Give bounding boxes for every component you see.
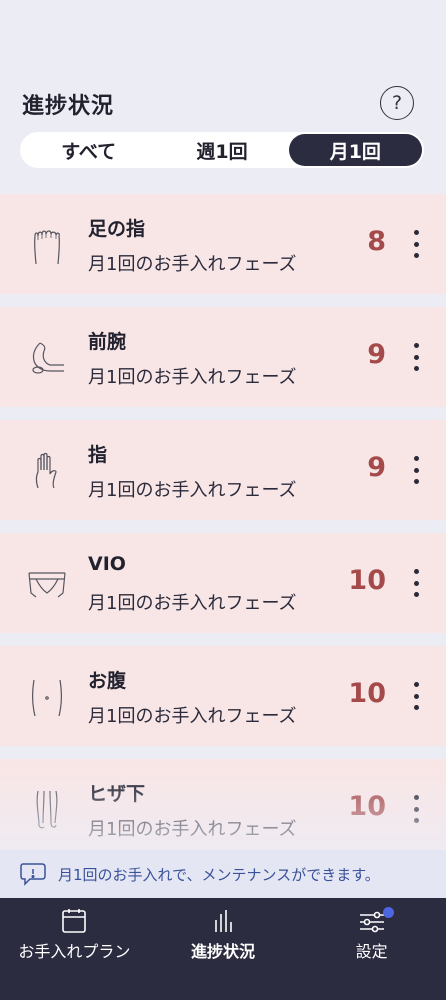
nav-label: 設定 <box>355 942 388 961</box>
nav-settings[interactable]: 設定 <box>297 898 446 1000</box>
phase-label: 月1回のお手入れフェーズ <box>88 254 297 275</box>
part-name: 足の指 <box>88 218 146 240</box>
bar-chart-icon <box>215 910 232 932</box>
info-text: 月1回のお手入れで、メンテナンスができます。 <box>58 865 380 884</box>
phase-label: 月1回のお手入れフェーズ <box>88 819 297 840</box>
tab-all[interactable]: すべて <box>22 134 155 166</box>
more-options-icon[interactable] <box>408 565 424 601</box>
phase-label: 月1回のお手入れフェーズ <box>88 367 297 388</box>
progress-screen: 進捗状況 ? すべて 週1回 月1回 足の指 月1回のお手入れフェーズ 8 前腕… <box>0 0 446 1000</box>
chat-info-icon <box>20 863 46 886</box>
nav-progress[interactable]: 進捗状況 <box>149 898 298 1000</box>
more-options-icon[interactable] <box>408 452 424 488</box>
help-button[interactable]: ? <box>380 86 414 120</box>
part-name: VIO <box>88 553 126 575</box>
notification-dot <box>383 907 395 918</box>
page-title: 進捗状況 <box>22 94 115 119</box>
more-options-icon[interactable] <box>408 226 424 262</box>
frequency-segmented-control: すべて 週1回 月1回 <box>20 132 424 168</box>
list-item[interactable]: お腹 月1回のお手入れフェーズ 10 <box>0 646 446 746</box>
foot-toes-icon <box>33 230 61 265</box>
count-value: 9 <box>367 452 386 483</box>
count-value: 8 <box>367 226 386 257</box>
vio-icon <box>28 572 66 598</box>
list-item[interactable]: 足の指 月1回のお手入れフェーズ 8 <box>0 194 446 294</box>
bottom-navigation: お手入れプラン 進捗状況 設定 <box>0 898 446 1000</box>
calendar-icon <box>62 909 87 933</box>
part-name: 前腕 <box>88 331 127 353</box>
more-options-icon[interactable] <box>408 339 424 375</box>
count-value: 9 <box>367 339 386 370</box>
part-name: ヒザ下 <box>88 783 146 805</box>
list-item[interactable]: ヒザ下 月1回のお手入れフェーズ 10 <box>0 759 446 859</box>
list-item[interactable]: 前腕 月1回のお手入れフェーズ 9 <box>0 307 446 407</box>
list-item[interactable]: 指 月1回のお手入れフェーズ 9 <box>0 420 446 520</box>
count-value: 10 <box>348 565 386 596</box>
nav-care-plan[interactable]: お手入れプラン <box>0 898 149 1000</box>
belly-icon <box>32 679 62 717</box>
phase-label: 月1回のお手入れフェーズ <box>88 706 297 727</box>
more-options-icon[interactable] <box>408 678 424 714</box>
phase-label: 月1回のお手入れフェーズ <box>88 593 297 614</box>
nav-label: 進捗状況 <box>191 942 256 961</box>
part-name: お腹 <box>88 670 127 692</box>
list-item[interactable]: VIO 月1回のお手入れフェーズ 10 <box>0 533 446 633</box>
phase-label: 月1回のお手入れフェーズ <box>88 480 297 501</box>
tab-weekly[interactable]: 週1回 <box>155 134 288 166</box>
tab-monthly[interactable]: 月1回 <box>288 134 422 166</box>
more-options-icon[interactable] <box>408 791 424 827</box>
hand-fingers-icon <box>35 452 57 489</box>
sliders-icon <box>359 911 384 933</box>
nav-label: お手入れプラン <box>18 942 131 961</box>
count-value: 10 <box>348 791 386 822</box>
lower-leg-icon <box>36 790 58 829</box>
count-value: 10 <box>348 678 386 709</box>
forearm-icon <box>32 342 64 374</box>
question-circle-icon: ? <box>391 92 403 114</box>
info-banner: 月1回のお手入れで、メンテナンスができます。 <box>0 850 446 898</box>
part-name: 指 <box>88 444 108 466</box>
